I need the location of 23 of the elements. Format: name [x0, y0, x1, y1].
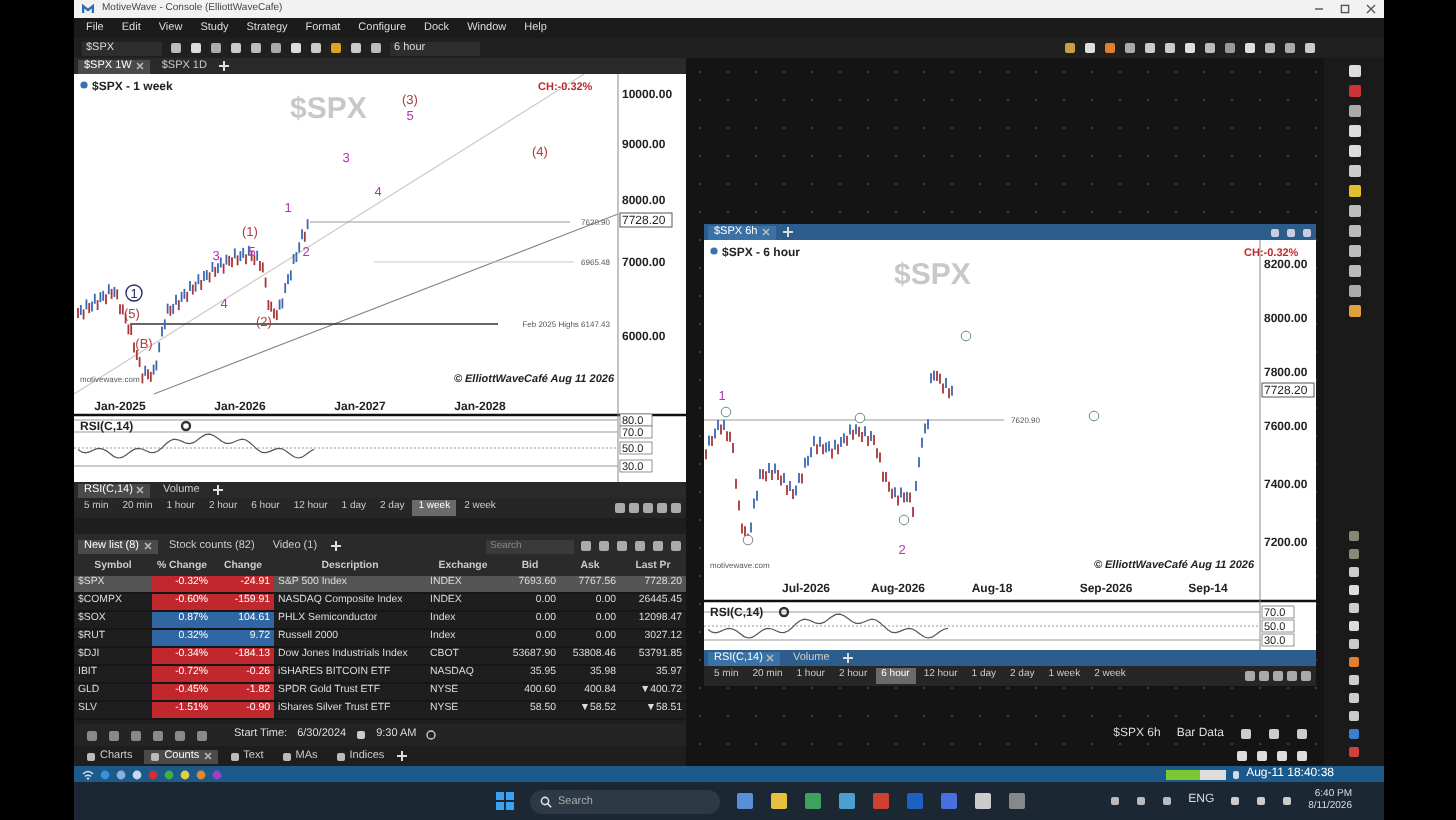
add-tab-icon[interactable] [396, 750, 409, 762]
wave-marker-icon [1088, 410, 1100, 422]
wave-marker-icon [720, 406, 732, 418]
dot-icon[interactable] [164, 769, 174, 779]
add-tab-icon[interactable] [211, 484, 224, 496]
wave-marker-icon [960, 330, 972, 342]
dot-icon[interactable] [196, 769, 206, 779]
square-icon[interactable] [1348, 728, 1360, 740]
dot-icon[interactable] [148, 769, 158, 779]
dot-icon[interactable] [212, 769, 222, 779]
wave-marker-icon [742, 534, 754, 546]
dot-icon[interactable] [180, 769, 190, 779]
status-dot-icon [710, 247, 718, 255]
dot-icon[interactable] [116, 769, 126, 779]
add-tab-icon[interactable] [218, 60, 231, 72]
status-dot-icon [80, 81, 88, 89]
dot-icon[interactable] [132, 769, 142, 779]
wave-marker-icon [854, 412, 866, 424]
app-logo-icon[interactable] [82, 4, 94, 14]
windows-logo-icon[interactable] [496, 792, 514, 810]
dot-icon[interactable] [100, 769, 110, 779]
wave-marker-icon [898, 514, 910, 526]
add-tab-icon[interactable] [329, 540, 342, 552]
